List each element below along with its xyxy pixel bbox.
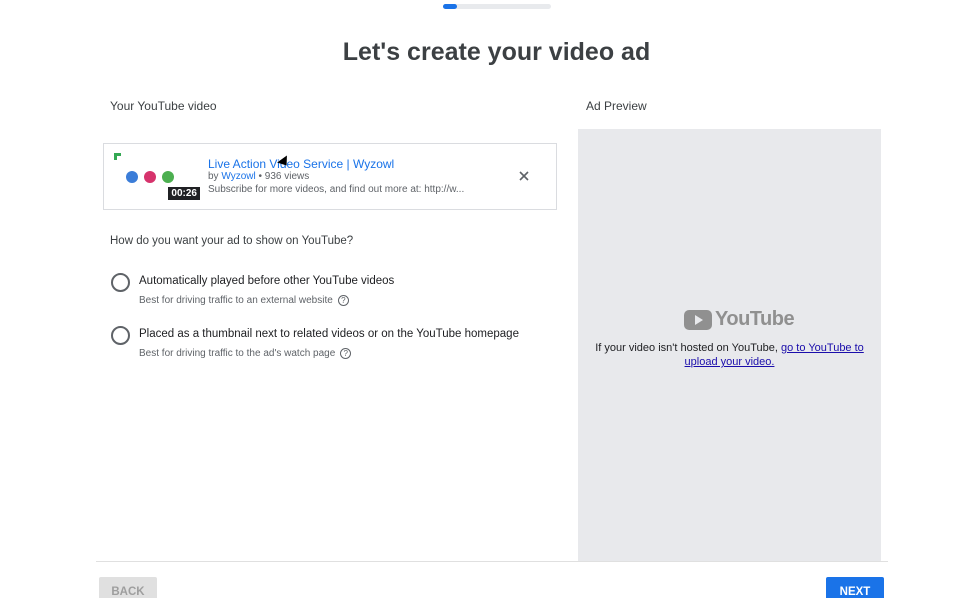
youtube-play-icon (684, 309, 712, 330)
progress-fill (443, 4, 458, 9)
option-sub-text-instream: Best for driving traffic to an external … (139, 295, 333, 306)
preview-message-text: If your video isn't hosted on YouTube, (595, 342, 778, 354)
thumbnail-figures (126, 171, 174, 183)
ad-preview-panel: YouTube If your video isn't hosted on Yo… (578, 129, 881, 562)
footer-divider (96, 561, 888, 562)
page-title: Let's create your video ad (342, 38, 651, 66)
placement-question: How do you want your ad to show on YouTu… (110, 235, 354, 247)
channel-link[interactable]: Wyzowl (221, 171, 255, 182)
youtube-logo: YouTube (684, 308, 795, 331)
preview-message: If your video isn't hosted on YouTube, g… (578, 341, 881, 369)
radio-instream[interactable] (111, 273, 130, 292)
option-sub-instream: Best for driving traffic to an external … (139, 295, 349, 306)
preview-section-label: Ad Preview (586, 99, 647, 113)
video-meta: by Wyzowl • 936 views (208, 171, 309, 182)
next-button[interactable]: NEXT (826, 577, 884, 598)
option-label-discovery[interactable]: Placed as a thumbnail next to related vi… (139, 328, 519, 340)
youtube-logo-text: YouTube (715, 308, 795, 330)
video-thumbnail[interactable]: 00:26 (114, 153, 200, 200)
option-label-instream[interactable]: Automatically played before other YouTub… (139, 275, 394, 287)
video-description: Subscribe for more videos, and find out … (208, 184, 465, 195)
view-count: • 936 views (258, 171, 310, 182)
selected-video-card: 00:26 Live Action Video Service | Wyzowl… (103, 143, 557, 210)
option-sub-text-discovery: Best for driving traffic to the ad's wat… (139, 348, 336, 359)
close-icon[interactable] (516, 168, 532, 184)
by-prefix: by (208, 171, 219, 182)
thumbnail-corner-mark (114, 153, 121, 160)
radio-discovery[interactable] (111, 326, 130, 345)
option-sub-discovery: Best for driving traffic to the ad's wat… (139, 348, 352, 359)
back-button[interactable]: BACK (99, 577, 157, 598)
video-title-link[interactable]: Live Action Video Service | Wyzowl (208, 157, 394, 171)
progress-bar (443, 4, 551, 9)
help-icon[interactable]: ? (340, 348, 352, 359)
help-icon[interactable]: ? (337, 295, 349, 306)
video-duration: 00:26 (168, 187, 200, 200)
video-section-label: Your YouTube video (110, 99, 217, 113)
